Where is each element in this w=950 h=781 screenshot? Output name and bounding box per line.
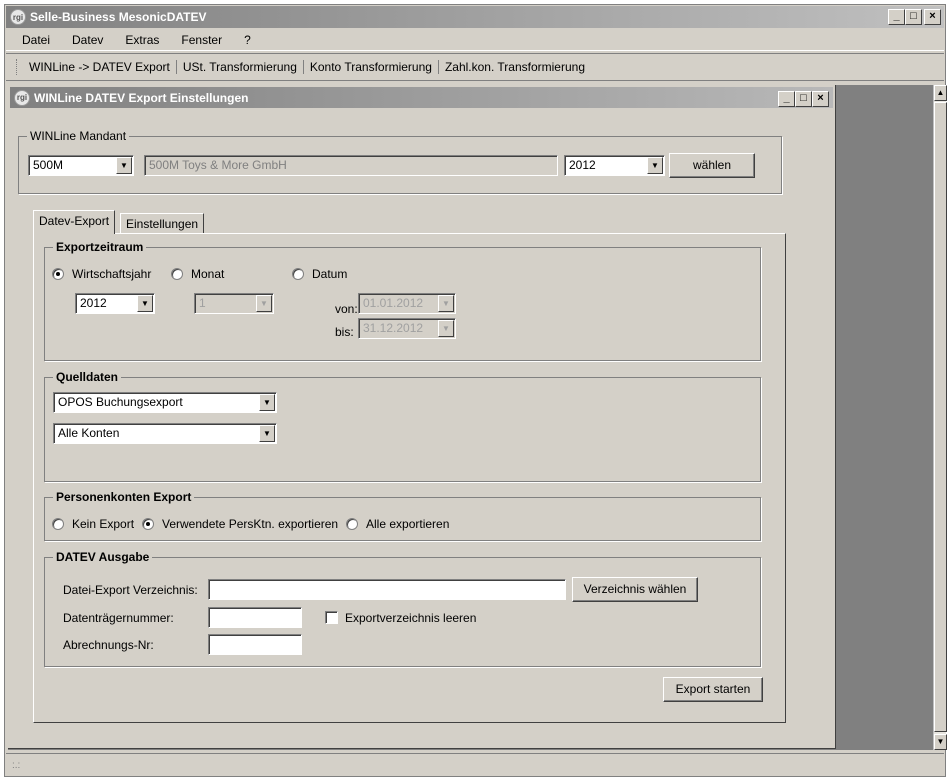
tab-einstellungen[interactable]: Einstellungen xyxy=(120,213,205,235)
menu-datev[interactable]: Datev xyxy=(72,33,103,47)
mandant-code-value: 500M xyxy=(33,158,64,172)
von-value: 01.01.2012 xyxy=(363,296,424,310)
clear-dir-checkbox[interactable] xyxy=(325,611,338,624)
menu-bar: Datei Datev Extras Fenster ? xyxy=(6,29,944,51)
dir-label: Datei-Export Verzeichnis: xyxy=(63,583,198,597)
toolbar-grip[interactable] xyxy=(16,59,19,75)
month-select: 1 ▼ xyxy=(194,293,274,314)
dialog-title-bar: rgi WINLine DATEV Export Einstellungen _… xyxy=(10,87,833,108)
mandant-group: WINLine Mandant 500M ▼ 500M Toys & More … xyxy=(18,129,782,194)
app-logo-icon: rgi xyxy=(10,9,26,25)
source-value: OPOS Buchungsexport xyxy=(58,395,183,409)
scroll-up-icon[interactable]: ▲ xyxy=(934,85,947,101)
chevron-down-icon[interactable]: ▼ xyxy=(647,157,663,174)
radio-alle-exportieren[interactable] xyxy=(346,518,358,530)
dialog-logo-icon: rgi xyxy=(14,89,30,106)
verwendete-persktn-label: Verwendete PersKtn. exportieren xyxy=(162,517,339,531)
source-select[interactable]: OPOS Buchungsexport ▼ xyxy=(53,392,277,413)
quelldaten-legend: Quelldaten xyxy=(53,370,122,384)
alle-exportieren-label: Alle exportieren xyxy=(366,517,450,531)
mandant-year-select[interactable]: 2012 ▼ xyxy=(564,155,665,176)
toolbar-ust-transformierung[interactable]: USt. Transformierung xyxy=(177,60,304,74)
minimize-button[interactable]: _ xyxy=(888,9,905,25)
title-bar: rgi Selle-Business MesonicDATEV _ □ × xyxy=(6,6,944,28)
radio-datum[interactable] xyxy=(292,268,304,280)
mandant-name-field: 500M Toys & More GmbH xyxy=(144,155,558,176)
mandant-legend: WINLine Mandant xyxy=(27,129,130,143)
exportzeitraum-legend: Exportzeitraum xyxy=(53,240,147,254)
start-export-button[interactable]: Export starten xyxy=(663,677,763,702)
menu-fenster[interactable]: Fenster xyxy=(181,33,222,47)
mandant-select-button[interactable]: wählen xyxy=(669,153,755,178)
bis-date-picker: 31.12.2012 ▼ xyxy=(358,318,456,339)
menu-extras[interactable]: Extras xyxy=(125,33,159,47)
von-date-picker: 01.01.2012 ▼ xyxy=(358,293,456,314)
chevron-down-icon[interactable]: ▼ xyxy=(116,157,132,174)
toolbar-winline-datev-export[interactable]: WINLine -> DATEV Export xyxy=(23,60,177,74)
dialog-close-button[interactable]: × xyxy=(812,91,829,107)
bis-label: bis: xyxy=(335,325,354,339)
bis-value: 31.12.2012 xyxy=(363,321,424,335)
kein-export-label: Kein Export xyxy=(72,517,135,531)
accounts-value: Alle Konten xyxy=(58,426,120,440)
radio-wirtschaftsjahr[interactable] xyxy=(52,268,64,280)
tab-datev-export[interactable]: Datev-Export xyxy=(33,210,116,234)
choose-dir-button[interactable]: Verzeichnis wählen xyxy=(572,577,698,602)
mandant-code-select[interactable]: 500M ▼ xyxy=(28,155,134,176)
abrechnung-label: Abrechnungs-Nr: xyxy=(63,638,154,652)
exportzeitraum-group: Exportzeitraum Wirtschaftsjahr Monat Dat… xyxy=(44,240,761,361)
datev-ausgabe-legend: DATEV Ausgabe xyxy=(53,550,153,564)
radio-kein-export[interactable] xyxy=(52,518,64,530)
radio-verwendete-persktn[interactable] xyxy=(142,518,154,530)
mandant-year-value: 2012 xyxy=(569,158,596,172)
abrechnung-input[interactable] xyxy=(208,634,302,655)
chevron-down-icon[interactable]: ▼ xyxy=(259,425,275,442)
month-value: 1 xyxy=(199,296,206,310)
status-bar: :.: xyxy=(6,753,944,777)
export-settings-window: rgi WINLine DATEV Export Einstellungen _… xyxy=(8,85,836,749)
clear-dir-label: Exportverzeichnis leeren xyxy=(345,611,477,625)
app-title: Selle-Business MesonicDATEV xyxy=(30,10,207,24)
personenkonten-legend: Personenkonten Export xyxy=(53,490,195,504)
datentraeger-label: Datenträgernummer: xyxy=(63,611,174,625)
year-select[interactable]: 2012 ▼ xyxy=(75,293,155,314)
chevron-down-icon: ▼ xyxy=(438,320,454,337)
dialog-title: WINLine DATEV Export Einstellungen xyxy=(34,90,249,105)
dialog-minimize-button[interactable]: _ xyxy=(778,91,795,107)
wirtschaftsjahr-label: Wirtschaftsjahr xyxy=(72,267,152,281)
chevron-down-icon: ▼ xyxy=(256,295,272,312)
export-dir-input[interactable] xyxy=(208,579,566,600)
datentraeger-input[interactable] xyxy=(208,607,302,628)
radio-monat[interactable] xyxy=(171,268,183,280)
von-label: von: xyxy=(335,302,358,316)
main-window: rgi Selle-Business MesonicDATEV _ □ × Da… xyxy=(4,4,947,777)
menu-datei[interactable]: Datei xyxy=(22,33,50,47)
close-button[interactable]: × xyxy=(924,9,941,25)
toolbar: WINLine -> DATEV Export USt. Transformie… xyxy=(6,53,944,81)
monat-label: Monat xyxy=(191,267,225,281)
scroll-thumb[interactable] xyxy=(934,102,947,732)
status-grip-icon: :.: xyxy=(12,760,21,771)
dialog-maximize-button[interactable]: □ xyxy=(795,91,812,107)
chevron-down-icon[interactable]: ▼ xyxy=(259,394,275,411)
vertical-scrollbar[interactable]: ▲ ▼ xyxy=(933,85,947,750)
scroll-down-icon[interactable]: ▼ xyxy=(934,734,947,750)
datev-ausgabe-group: DATEV Ausgabe Datei-Export Verzeichnis: … xyxy=(44,550,761,667)
chevron-down-icon[interactable]: ▼ xyxy=(137,295,153,312)
datum-label: Datum xyxy=(312,267,348,281)
menu-help[interactable]: ? xyxy=(244,33,251,47)
year-value: 2012 xyxy=(80,296,107,310)
toolbar-konto-transformierung[interactable]: Konto Transformierung xyxy=(304,60,439,74)
maximize-button[interactable]: □ xyxy=(905,9,922,25)
chevron-down-icon: ▼ xyxy=(438,295,454,312)
accounts-select[interactable]: Alle Konten ▼ xyxy=(53,423,277,444)
toolbar-zahlkon-transformierung[interactable]: Zahl.kon. Transformierung xyxy=(439,60,591,74)
personenkonten-group: Personenkonten Export Kein Export Verwen… xyxy=(44,490,761,541)
quelldaten-group: Quelldaten OPOS Buchungsexport ▼ Alle Ko… xyxy=(44,370,761,482)
